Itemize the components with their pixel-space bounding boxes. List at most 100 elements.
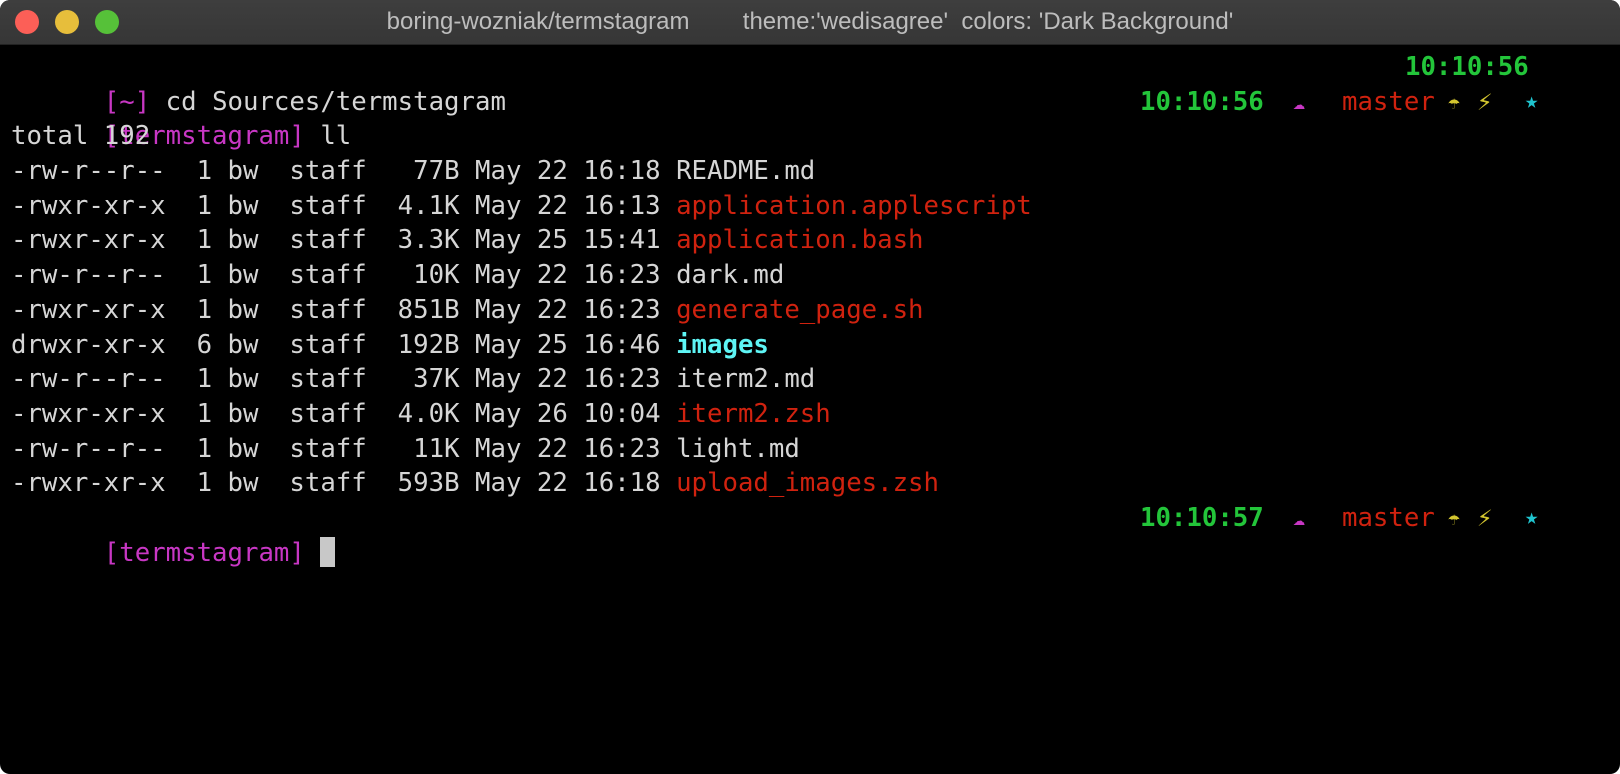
file-group: staff — [289, 329, 367, 360]
file-permissions: drwxr-xr-x — [11, 329, 166, 360]
bolt-icon: ⚡ — [1477, 502, 1493, 533]
file-owner: bw — [227, 190, 259, 221]
file-size: 593B — [397, 468, 460, 499]
command-line: [termstagram] ll 10:10:56 ☁ master ☂ ⚡ ★ — [11, 85, 1620, 152]
file-owner: bw — [227, 156, 259, 187]
file-row: -rw-r--r-- 1 bw staff 37K May 22 16:23 i… — [11, 362, 1620, 397]
file-permissions: -rwxr-xr-x — [11, 294, 166, 325]
cursor[interactable] — [320, 536, 336, 567]
file-links: 1 — [196, 398, 213, 429]
file-date: May 22 16:18 — [475, 468, 661, 499]
file-size: 851B — [397, 294, 460, 325]
file-size: 37K — [413, 364, 460, 395]
file-links: 1 — [196, 225, 213, 256]
file-date: May 25 15:41 — [475, 225, 661, 256]
file-size: 11K — [413, 433, 460, 464]
file-owner: bw — [227, 225, 259, 256]
file-permissions: -rw-r--r-- — [11, 156, 166, 187]
file-group: staff — [289, 156, 367, 187]
file-permissions: -rw-r--r-- — [11, 364, 166, 395]
timestamp: 10:10:56 — [1140, 86, 1264, 117]
file-size: 192B — [397, 329, 460, 360]
file-row: -rwxr-xr-x 1 bw staff 593B May 22 16:18 … — [11, 466, 1620, 501]
file-name[interactable]: dark.md — [676, 260, 784, 290]
file-permissions: -rwxr-xr-x — [11, 190, 166, 221]
window-title: boring-wozniak/termstagram theme:'wedisa… — [386, 8, 1234, 35]
bolt-icon: ⚡ — [1477, 86, 1493, 117]
file-group: staff — [289, 398, 367, 429]
file-permissions: -rwxr-xr-x — [11, 225, 166, 256]
file-size: 3.3K — [397, 225, 460, 256]
file-permissions: -rwxr-xr-x — [11, 468, 166, 499]
file-row: -rwxr-xr-x 1 bw staff 3.3K May 25 15:41 … — [11, 223, 1620, 258]
file-links: 1 — [196, 468, 213, 499]
file-links: 1 — [196, 190, 213, 221]
file-name[interactable]: upload_images.zsh — [676, 468, 939, 498]
file-group: staff — [289, 294, 367, 325]
umbrella-icon: ☂ — [1448, 89, 1461, 114]
file-date: May 25 16:46 — [475, 329, 661, 360]
file-row: -rwxr-xr-x 1 bw staff 4.1K May 22 16:13 … — [11, 189, 1620, 224]
star-icon: ★ — [1525, 504, 1539, 530]
file-links: 1 — [196, 364, 213, 395]
timestamp: 10:10:56 — [1405, 52, 1529, 82]
file-size: 77B — [413, 156, 460, 187]
file-group: staff — [289, 190, 367, 221]
file-date: May 22 16:18 — [475, 156, 661, 187]
file-links: 1 — [196, 156, 213, 187]
cloud-icon: ☁ — [1293, 505, 1306, 530]
file-group: staff — [289, 260, 367, 291]
file-name[interactable]: application.applescript — [676, 191, 1032, 221]
git-branch: master — [1342, 502, 1435, 533]
file-name[interactable]: iterm2.md — [676, 364, 815, 394]
file-date: May 22 16:13 — [475, 190, 661, 221]
current-prompt-line: [termstagram] 10:10:57 ☁ master ☂ ⚡ ★ — [11, 501, 1620, 568]
file-row: -rw-r--r-- 1 bw staff 77B May 22 16:18 R… — [11, 154, 1620, 189]
file-permissions: -rw-r--r-- — [11, 433, 166, 464]
file-name[interactable]: images — [676, 330, 769, 360]
file-owner: bw — [227, 260, 259, 291]
file-permissions: -rwxr-xr-x — [11, 398, 166, 429]
file-owner: bw — [227, 329, 259, 360]
file-date: May 22 16:23 — [475, 294, 661, 325]
file-row: -rwxr-xr-x 1 bw staff 851B May 22 16:23 … — [11, 293, 1620, 328]
cloud-icon: ☁ — [1293, 89, 1306, 114]
file-size: 4.0K — [397, 398, 460, 429]
file-name[interactable]: light.md — [676, 434, 800, 464]
file-group: staff — [289, 225, 367, 256]
file-date: May 22 16:23 — [475, 260, 661, 291]
file-size: 4.1K — [397, 190, 460, 221]
file-owner: bw — [227, 433, 259, 464]
total-line: total 192 — [11, 121, 151, 152]
file-links: 1 — [196, 294, 213, 325]
file-name[interactable]: README.md — [676, 156, 815, 186]
file-owner: bw — [227, 294, 259, 325]
file-size: 10K — [413, 260, 460, 291]
file-links: 1 — [196, 260, 213, 291]
file-date: May 26 10:04 — [475, 398, 661, 429]
terminal-window: boring-wozniak/termstagram theme:'wedisa… — [0, 0, 1620, 774]
file-row: -rwxr-xr-x 1 bw staff 4.0K May 26 10:04 … — [11, 397, 1620, 432]
file-permissions: -rw-r--r-- — [11, 260, 166, 291]
star-icon: ★ — [1525, 88, 1539, 114]
file-group: staff — [289, 433, 367, 464]
file-name[interactable]: iterm2.zsh — [676, 399, 831, 429]
umbrella-icon: ☂ — [1448, 505, 1461, 530]
prompt: [termstagram] — [103, 537, 305, 568]
file-group: staff — [289, 468, 367, 499]
file-row: -rw-r--r-- 1 bw staff 11K May 22 16:23 l… — [11, 432, 1620, 467]
file-date: May 22 16:23 — [475, 364, 661, 395]
timestamp: 10:10:57 — [1140, 502, 1264, 533]
file-date: May 22 16:23 — [475, 433, 661, 464]
file-owner: bw — [227, 398, 259, 429]
file-row: drwxr-xr-x 6 bw staff 192B May 25 16:46 … — [11, 328, 1620, 363]
title-bar: boring-wozniak/termstagram theme:'wedisa… — [0, 0, 1620, 45]
file-name[interactable]: generate_page.sh — [676, 295, 923, 325]
file-owner: bw — [227, 468, 259, 499]
file-row: -rw-r--r-- 1 bw staff 10K May 22 16:23 d… — [11, 258, 1620, 293]
git-branch: master — [1342, 86, 1435, 117]
terminal-output[interactable]: [~] cd Sources/termstagram 10:10:56 [ter… — [11, 50, 1620, 568]
file-owner: bw — [227, 364, 259, 395]
file-links: 6 — [196, 329, 213, 360]
file-name[interactable]: application.bash — [676, 225, 923, 255]
